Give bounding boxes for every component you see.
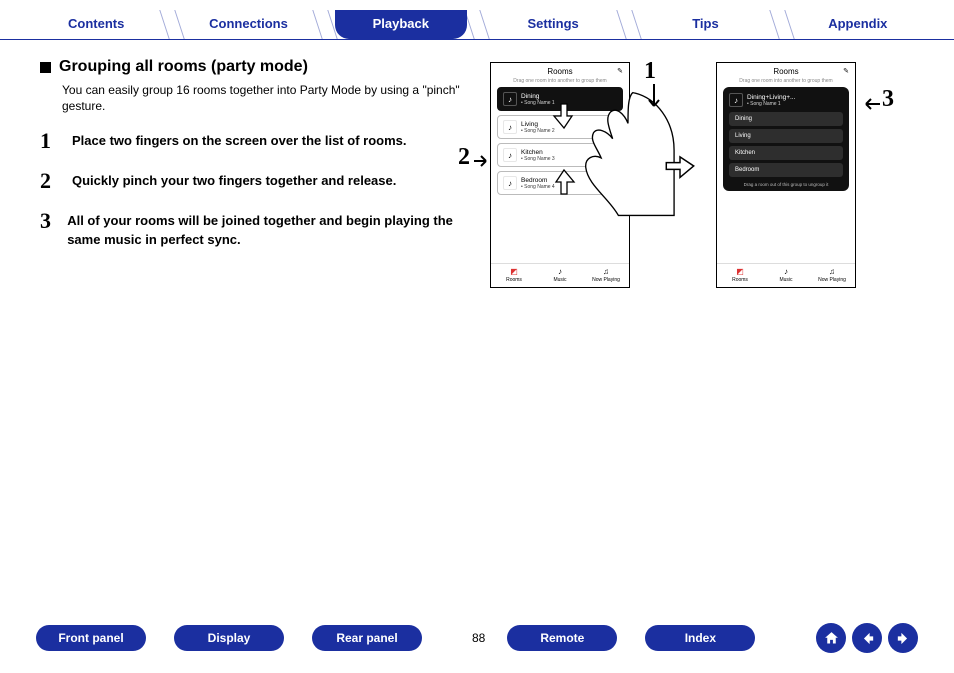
step-text: Place two fingers on the screen over the… xyxy=(72,128,406,154)
music-icon: ♪ xyxy=(503,148,517,162)
next-page-icon[interactable] xyxy=(888,623,918,653)
step-number: 3 xyxy=(40,208,53,248)
home-icon[interactable] xyxy=(816,623,846,653)
tab-contents[interactable]: Contents xyxy=(30,10,162,39)
phone-subtitle: Drag one room into another to group them xyxy=(717,78,855,87)
hand-illustration xyxy=(580,90,676,220)
room-group: ♪ Dining+Living+... • Song Name 1 Dining… xyxy=(723,87,849,191)
phone-title: Rooms xyxy=(717,63,855,78)
edit-icon: ✎ xyxy=(843,67,849,75)
step-number: 1 xyxy=(40,128,58,154)
arrow-up-icon xyxy=(552,168,576,196)
music-icon: ♪ xyxy=(503,120,517,134)
group-footer: Drag a room out of this group to ungroup… xyxy=(729,180,843,187)
tabbar-nowplaying: ♫Now Playing xyxy=(809,264,855,287)
phone-title: Rooms xyxy=(491,63,629,78)
annotation-arrow xyxy=(474,155,490,167)
step-number: 2 xyxy=(40,168,58,194)
step-1: 1 Place two fingers on the screen over t… xyxy=(40,128,480,154)
tabbar-music: ♪Music xyxy=(763,264,809,287)
annotation-1: 1 xyxy=(644,58,656,85)
content-area: Grouping all rooms (party mode) You can … xyxy=(0,40,954,263)
tabbar-nowplaying: ♫Now Playing xyxy=(583,264,629,287)
group-item: Kitchen xyxy=(729,146,843,160)
music-icon: ♪ xyxy=(729,93,743,107)
tabbar-rooms: ◩Rooms xyxy=(717,264,763,287)
annotation-arrow xyxy=(862,98,880,110)
tab-connections[interactable]: Connections xyxy=(182,10,314,39)
annotation-2: 2 xyxy=(458,144,470,171)
arrow-down-icon xyxy=(552,102,576,130)
footer-nav: Front panel Display Rear panel 88 Remote… xyxy=(0,623,954,653)
group-item: Bedroom xyxy=(729,163,843,177)
phone-after: ✎ Rooms Drag one room into another to gr… xyxy=(716,62,856,288)
section-intro: You can easily group 16 rooms together i… xyxy=(62,82,480,114)
footer-rear-panel[interactable]: Rear panel xyxy=(312,625,422,651)
tab-appendix[interactable]: Appendix xyxy=(792,10,924,39)
phone-subtitle: Drag one room into another to group them xyxy=(491,78,629,87)
top-nav: Contents Connections Playback Settings T… xyxy=(0,0,954,40)
phone-tabbar: ◩Rooms ♪Music ♫Now Playing xyxy=(491,263,629,287)
phone-tabbar: ◩Rooms ♪Music ♫Now Playing xyxy=(717,263,855,287)
music-icon: ♪ xyxy=(503,92,517,106)
footer-display[interactable]: Display xyxy=(174,625,284,651)
bullet-square xyxy=(40,62,51,73)
group-item: Dining xyxy=(729,112,843,126)
tab-tips[interactable]: Tips xyxy=(639,10,771,39)
step-text: All of your rooms will be joined togethe… xyxy=(67,208,480,248)
music-icon: ♪ xyxy=(503,176,517,190)
illustration-column: ✎ Rooms Drag one room into another to gr… xyxy=(480,58,924,263)
group-item: Living xyxy=(729,129,843,143)
annotation-3: 3 xyxy=(882,86,894,113)
tab-settings[interactable]: Settings xyxy=(487,10,619,39)
instructions-column: Grouping all rooms (party mode) You can … xyxy=(40,58,480,263)
footer-remote[interactable]: Remote xyxy=(507,625,617,651)
footer-front-panel[interactable]: Front panel xyxy=(36,625,146,651)
step-3: 3 All of your rooms will be joined toget… xyxy=(40,208,480,248)
tabbar-rooms: ◩Rooms xyxy=(491,264,537,287)
edit-icon: ✎ xyxy=(617,67,623,75)
page-number: 88 xyxy=(472,631,485,645)
prev-page-icon[interactable] xyxy=(852,623,882,653)
step-text: Quickly pinch your two fingers together … xyxy=(72,168,396,194)
footer-index[interactable]: Index xyxy=(645,625,755,651)
annotation-arrow xyxy=(648,84,660,114)
arrow-right-icon xyxy=(664,152,696,180)
section-heading: Grouping all rooms (party mode) xyxy=(59,58,308,76)
tabbar-music: ♪Music xyxy=(537,264,583,287)
tab-playback[interactable]: Playback xyxy=(335,10,467,39)
step-2: 2 Quickly pinch your two fingers togethe… xyxy=(40,168,480,194)
